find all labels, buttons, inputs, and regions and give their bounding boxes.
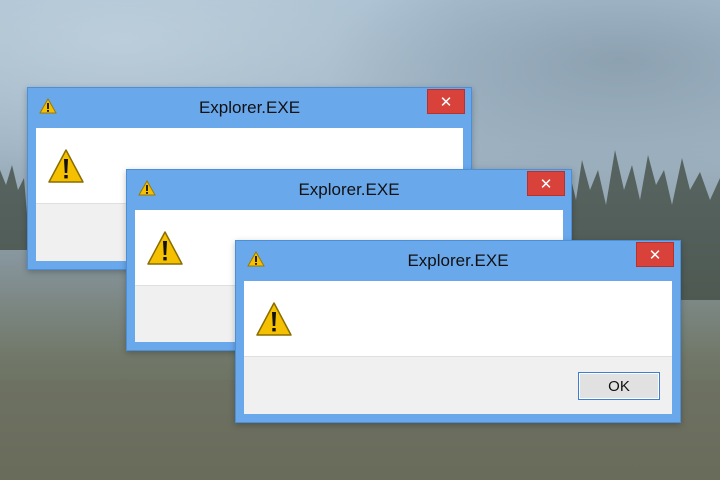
close-button[interactable]: ✕	[527, 171, 565, 196]
dialog-title: Explorer.EXE	[298, 180, 400, 199]
warning-icon	[147, 231, 183, 265]
message-area	[244, 281, 672, 357]
dialog-title: Explorer.EXE	[407, 251, 509, 270]
title-bar[interactable]: Explorer.EXE ✕	[236, 241, 680, 281]
dialog-client-area: OK	[244, 281, 672, 414]
close-button[interactable]: ✕	[427, 89, 465, 114]
dialog-title: Explorer.EXE	[198, 98, 301, 117]
warning-icon	[48, 149, 84, 183]
alert-dialog-3: Explorer.EXE ✕ OK	[235, 240, 681, 423]
warning-icon	[256, 302, 292, 336]
title-bar[interactable]: Explorer.EXE ✕	[127, 170, 571, 210]
title-bar[interactable]: Explorer.EXE ✕	[28, 88, 471, 128]
close-button[interactable]: ✕	[636, 242, 674, 267]
ok-button[interactable]: OK	[578, 372, 660, 400]
